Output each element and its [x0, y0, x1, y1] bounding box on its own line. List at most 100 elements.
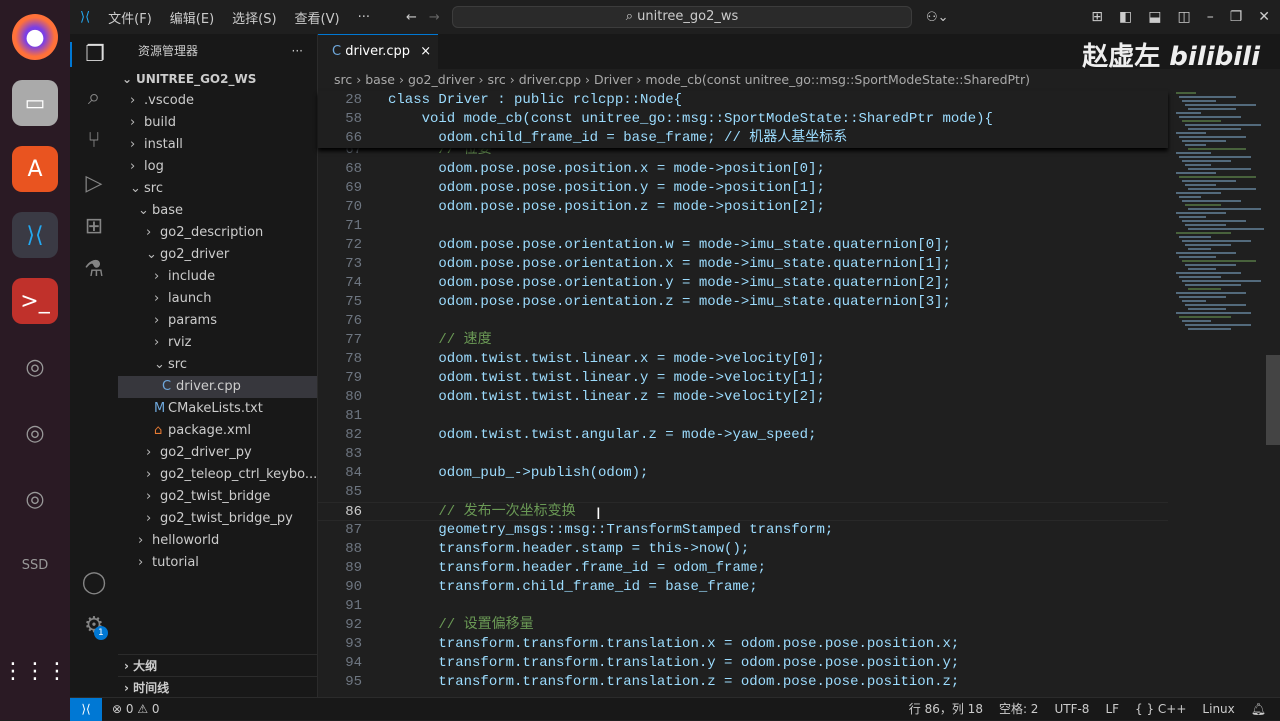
vscode-icon[interactable]: ⟩⟨: [12, 212, 58, 258]
code-line[interactable]: 73 odom.pose.pose.orientation.x = mode->…: [318, 255, 1168, 274]
command-center-search[interactable]: ⌕ unitree_go2_ws: [452, 6, 912, 28]
outline-section[interactable]: › 大纲: [118, 654, 318, 676]
code-line[interactable]: 81: [318, 407, 1168, 426]
tree-item[interactable]: ⌄ base: [118, 200, 317, 222]
remote-indicator-icon[interactable]: ⟩⟨: [70, 698, 102, 721]
timeline-section[interactable]: › 时间线: [118, 676, 318, 698]
code-line[interactable]: 87 geometry_msgs::msg::TransformStamped …: [318, 521, 1168, 540]
customize-layout-icon[interactable]: ⊞: [1091, 9, 1103, 25]
firefox-icon[interactable]: ●: [12, 14, 58, 60]
restore-icon[interactable]: ❐: [1230, 9, 1243, 25]
breadcrumb-item[interactable]: base: [365, 72, 395, 87]
vertical-scrollbar[interactable]: [1266, 355, 1280, 445]
code-line[interactable]: 86 // 发布一次坐标变换: [318, 502, 1168, 521]
code-line[interactable]: 88 transform.header.stamp = this->now();: [318, 540, 1168, 559]
indentation[interactable]: 空格: 2: [999, 698, 1039, 720]
breadcrumb-item[interactable]: Driver: [594, 72, 632, 87]
toggle-sidebar-icon[interactable]: ◧: [1119, 9, 1132, 25]
close-tab-icon[interactable]: ×: [420, 44, 431, 59]
problems-indicator[interactable]: ⊗ 0 ⚠ 0: [112, 698, 160, 720]
ssd-icon[interactable]: SSD: [12, 542, 58, 588]
tree-item[interactable]: › go2_description: [118, 222, 317, 244]
menu-selection[interactable]: 选择(S): [232, 8, 276, 27]
search-icon[interactable]: ⌕: [88, 85, 100, 110]
testing-icon[interactable]: ⚗: [84, 257, 104, 282]
tree-item[interactable]: › go2_twist_bridge_py: [118, 508, 317, 530]
encoding[interactable]: UTF-8: [1054, 698, 1089, 720]
code-line[interactable]: 58 void mode_cb(const unitree_go::msg::S…: [318, 110, 1168, 129]
sticky-scroll[interactable]: 28 class Driver : public rclcpp::Node{58 …: [318, 91, 1168, 148]
breadcrumb-item[interactable]: src: [487, 72, 505, 87]
tree-item[interactable]: › helloworld: [118, 530, 317, 552]
tree-item[interactable]: ⌄ src: [118, 178, 317, 200]
code-line[interactable]: 77 // 速度: [318, 331, 1168, 350]
code-line[interactable]: 90 transform.child_frame_id = base_frame…: [318, 578, 1168, 597]
code-line[interactable]: 85: [318, 483, 1168, 502]
app-center-icon[interactable]: A: [12, 146, 58, 192]
code-line[interactable]: 75 odom.pose.pose.orientation.z = mode->…: [318, 293, 1168, 312]
tree-item[interactable]: › .vscode: [118, 90, 317, 112]
tree-item[interactable]: › go2_twist_bridge: [118, 486, 317, 508]
code-line[interactable]: 80 odom.twist.twist.linear.z = mode->vel…: [318, 388, 1168, 407]
tree-item[interactable]: › include: [118, 266, 317, 288]
code-line[interactable]: 89 transform.header.frame_id = odom_fram…: [318, 559, 1168, 578]
code-line[interactable]: 72 odom.pose.pose.orientation.w = mode->…: [318, 236, 1168, 255]
code-editor[interactable]: 67 // 位姿 68 odom.pose.pose.position.x = m…: [318, 91, 1168, 697]
show-apps-icon[interactable]: ⋮⋮⋮: [2, 648, 68, 694]
code-line[interactable]: 92 // 设置偏移量: [318, 616, 1168, 635]
minimap[interactable]: [1172, 92, 1264, 332]
tree-item[interactable]: › params: [118, 310, 317, 332]
tree-item[interactable]: › log: [118, 156, 317, 178]
code-line[interactable]: 91: [318, 597, 1168, 616]
tree-item[interactable]: › install: [118, 134, 317, 156]
tree-item[interactable]: › go2_teleop_ctrl_keybo...: [118, 464, 317, 486]
minimize-icon[interactable]: –: [1207, 9, 1214, 25]
code-line[interactable]: 74 odom.pose.pose.orientation.y = mode->…: [318, 274, 1168, 293]
settings-gear-icon[interactable]: ⚙ 1: [84, 613, 108, 640]
breadcrumb-item[interactable]: driver.cpp: [519, 72, 581, 87]
code-line[interactable]: 70 odom.pose.pose.position.z = mode->pos…: [318, 198, 1168, 217]
code-line[interactable]: 93 transform.transform.translation.x = o…: [318, 635, 1168, 654]
menu-more[interactable]: ···: [358, 10, 370, 25]
forward-icon[interactable]: →: [429, 10, 440, 25]
code-line[interactable]: 28 class Driver : public rclcpp::Node{: [318, 91, 1168, 110]
workspace-root[interactable]: ⌄ UNITREE_GO2_WS: [118, 68, 317, 90]
os-indicator[interactable]: Linux: [1202, 698, 1234, 720]
toggle-panel-icon[interactable]: ⬓: [1148, 9, 1161, 25]
notifications-icon[interactable]: 🔔︎: [1251, 698, 1266, 720]
cursor-position[interactable]: 行 86，列 18: [909, 698, 983, 720]
toggle-secondary-sidebar-icon[interactable]: ◫: [1177, 9, 1190, 25]
breadcrumb-item[interactable]: mode_cb(const unitree_go::msg::SportMode…: [645, 72, 1030, 87]
code-line[interactable]: 71: [318, 217, 1168, 236]
tree-item[interactable]: ⌄ go2_driver: [118, 244, 317, 266]
code-line[interactable]: 94 transform.transform.translation.y = o…: [318, 654, 1168, 673]
language-mode[interactable]: { } C++: [1135, 698, 1186, 720]
code-line[interactable]: 95 transform.transform.translation.z = o…: [318, 673, 1168, 692]
copilot-icon[interactable]: ⚇⌄: [926, 10, 949, 25]
terminal-icon[interactable]: >_: [12, 278, 58, 324]
tree-item[interactable]: › go2_driver_py: [118, 442, 317, 464]
code-line[interactable]: 68 odom.pose.pose.position.x = mode->pos…: [318, 160, 1168, 179]
tab-driver-cpp[interactable]: C driver.cpp ×: [318, 34, 438, 69]
tree-item[interactable]: › tutorial: [118, 552, 317, 574]
files-icon[interactable]: ▭: [12, 80, 58, 126]
breadcrumb-item[interactable]: go2_driver: [408, 72, 475, 87]
menu-file[interactable]: 文件(F): [108, 8, 152, 27]
tree-item[interactable]: › build: [118, 112, 317, 134]
tree-item[interactable]: ⌄ src: [118, 354, 317, 376]
code-line[interactable]: 82 odom.twist.twist.angular.z = mode->ya…: [318, 426, 1168, 445]
explorer-icon[interactable]: ❐: [70, 42, 118, 67]
code-line[interactable]: 79 odom.twist.twist.linear.y = mode->vel…: [318, 369, 1168, 388]
tree-item[interactable]: Cdriver.cpp: [118, 376, 317, 398]
menu-edit[interactable]: 编辑(E): [170, 8, 214, 27]
disk-icon[interactable]: ◎: [12, 476, 58, 522]
extensions-icon[interactable]: ⊞: [85, 214, 103, 239]
code-line[interactable]: 66 odom.child_frame_id = base_frame; // …: [318, 129, 1168, 148]
tree-item[interactable]: › rviz: [118, 332, 317, 354]
breadcrumb-item[interactable]: src: [334, 72, 352, 87]
run-debug-icon[interactable]: ▷: [86, 171, 103, 196]
source-control-icon[interactable]: ⑂: [87, 128, 100, 153]
tree-item[interactable]: M CMakeLists.txt: [118, 398, 317, 420]
account-icon[interactable]: ◯: [82, 570, 107, 595]
close-window-icon[interactable]: ✕: [1258, 9, 1270, 25]
